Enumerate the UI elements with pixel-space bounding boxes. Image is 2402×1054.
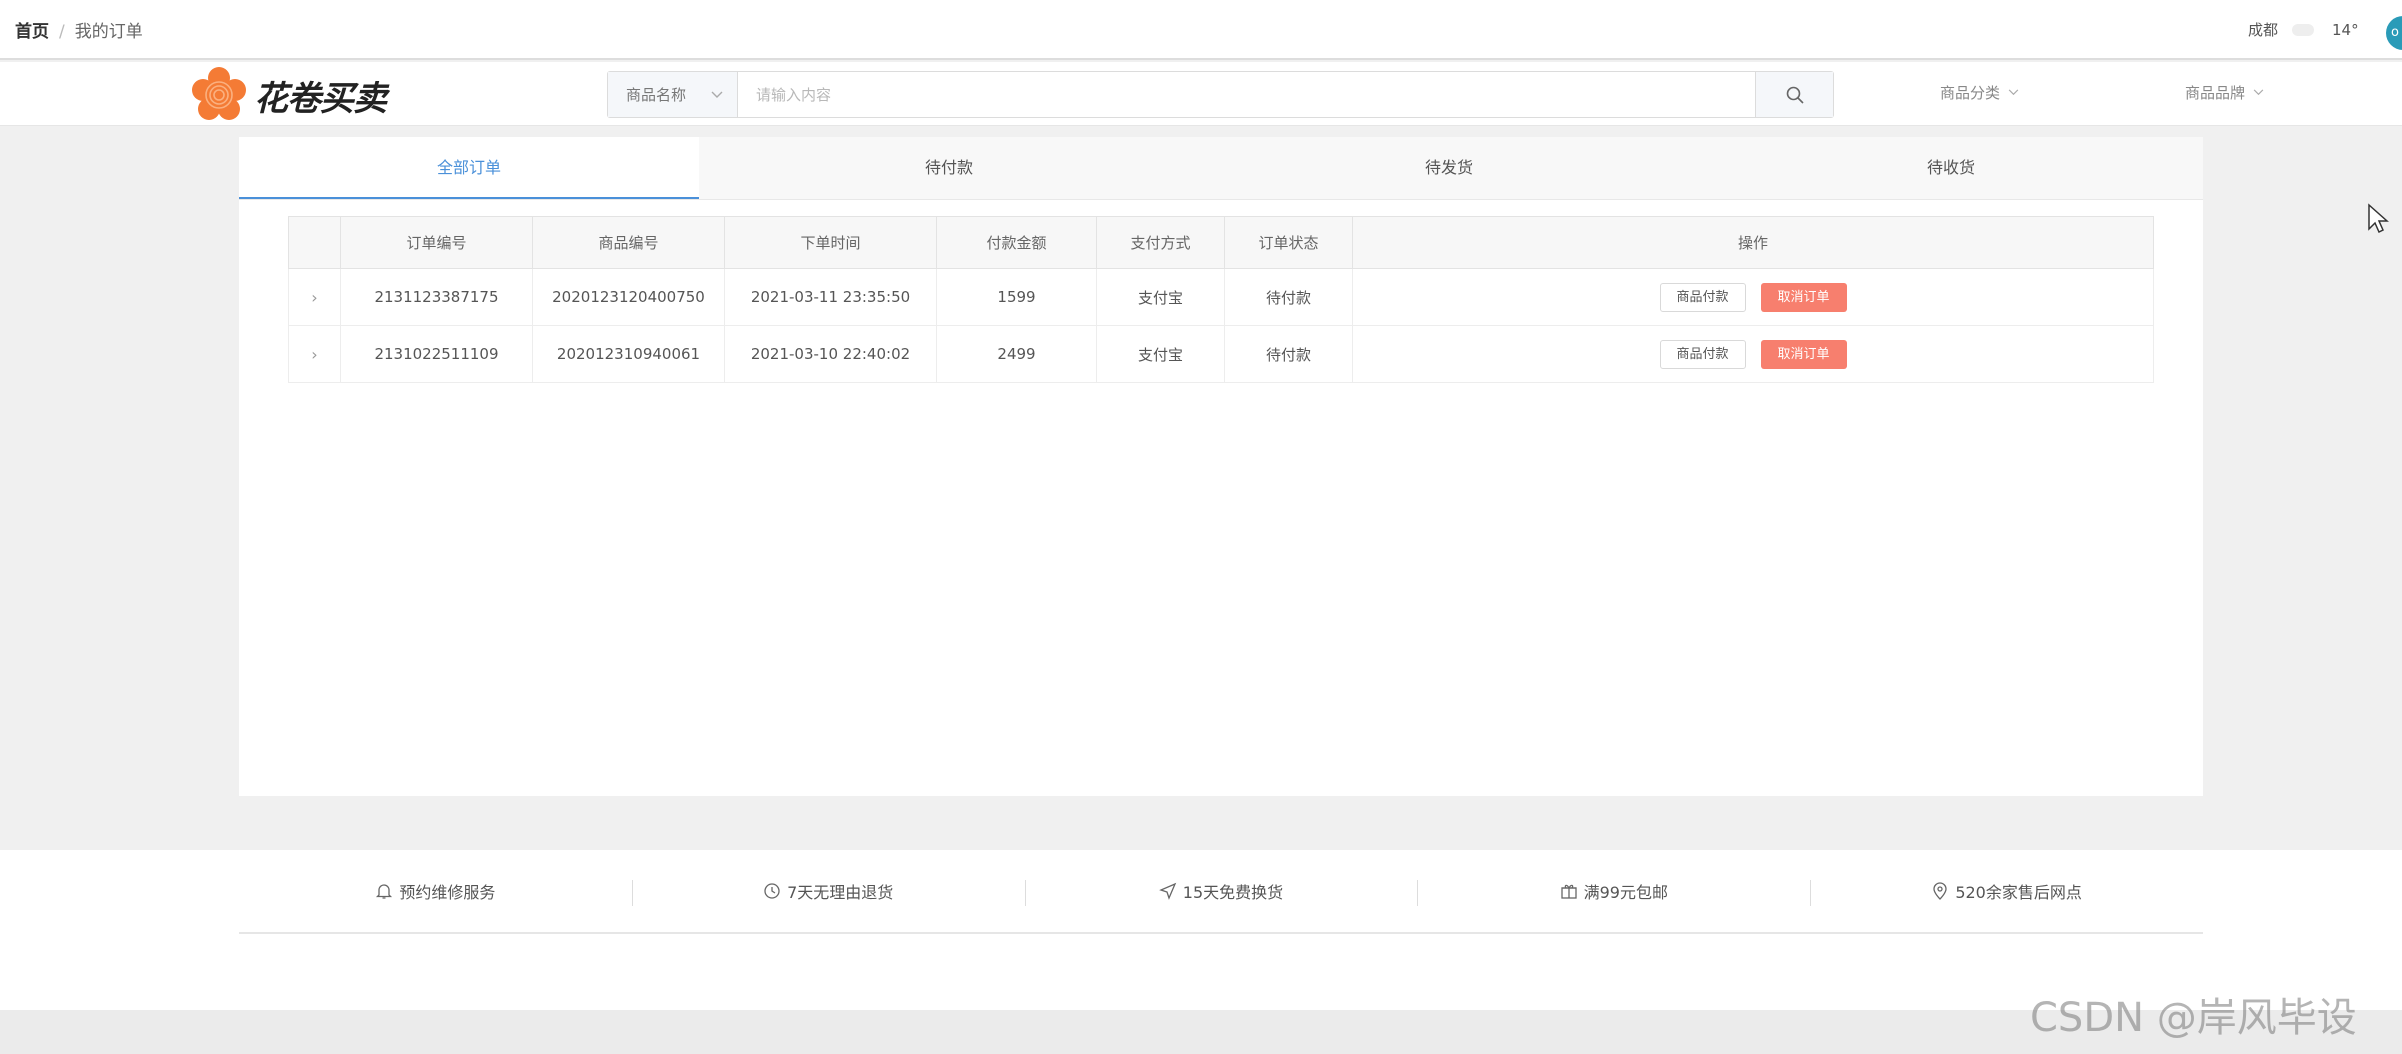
order-tabs: 全部订单 待付款 待发货 待收货 — [239, 137, 2203, 200]
logo-text: 花卷买卖 — [254, 78, 387, 119]
search-category-value: 商品名称 — [626, 86, 687, 104]
cell-amount: 2499 — [936, 325, 1097, 383]
send-icon — [1158, 882, 1177, 900]
tab-pending-shipment[interactable]: 待发货 — [1199, 137, 1699, 199]
cell-product-no: 202012310940061 — [532, 325, 725, 383]
cell-payment: 支付宝 — [1096, 325, 1225, 383]
weather-temp: 14° — [2332, 20, 2359, 39]
row-expand-toggle[interactable]: › — [288, 268, 341, 326]
nav-brand-dropdown[interactable]: 商品品牌 — [2185, 82, 2264, 103]
service-exchange[interactable]: 15天免费换货 — [1024, 850, 1418, 932]
search-bar: 商品名称 — [607, 71, 1834, 118]
table-header-row: 订单编号 商品编号 下单时间 付款金额 支付方式 订单状态 操作 — [288, 216, 2154, 269]
cell-order-no: 2131022511109 — [340, 325, 533, 383]
location-icon — [1933, 882, 1947, 900]
header-amount: 付款金额 — [936, 216, 1097, 269]
breadcrumb-separator: / — [59, 22, 65, 42]
cell-order-no: 2131123387175 — [340, 268, 533, 326]
bell-icon — [376, 884, 393, 899]
search-input[interactable] — [738, 72, 1755, 117]
cell-order-time: 2021-03-10 22:40:02 — [724, 325, 937, 383]
orders-table: 订单编号 商品编号 下单时间 付款金额 支付方式 订单状态 操作 › 21311… — [288, 216, 2154, 383]
clock-icon — [764, 883, 780, 899]
cloud-icon — [2292, 23, 2315, 36]
service-label: 15天免费换货 — [1182, 883, 1284, 902]
cell-order-time: 2021-03-11 23:35:50 — [724, 268, 937, 326]
breadcrumb: 首页 / 我的订单 — [15, 17, 143, 42]
cell-status: 待付款 — [1224, 325, 1353, 383]
search-icon — [1786, 86, 1804, 104]
service-return[interactable]: 7天无理由退货 — [631, 850, 1025, 932]
service-bar: 预约维修服务 7天无理由退货 15天免费换货 满99元包邮 520余家售后网点 — [239, 850, 2203, 934]
chevron-down-icon — [2253, 89, 2264, 96]
row-expand-toggle[interactable]: › — [288, 325, 341, 383]
pay-button[interactable]: 商品付款 — [1659, 282, 1746, 312]
breadcrumb-current: 我的订单 — [74, 22, 143, 42]
pay-button[interactable]: 商品付款 — [1659, 339, 1746, 369]
tab-pending-receipt[interactable]: 待收货 — [1699, 137, 2203, 199]
chevron-down-icon — [711, 91, 723, 98]
weather-city: 成都 — [2248, 21, 2279, 39]
search-category-select[interactable]: 商品名称 — [608, 72, 738, 117]
service-repair[interactable]: 预约维修服务 — [239, 850, 632, 932]
flower-logo-icon — [192, 67, 246, 120]
logo[interactable]: 花卷买卖 — [190, 66, 387, 124]
header: 花卷买卖 商品名称 商品分类 商品品牌 — [0, 62, 2402, 126]
avatar[interactable]: o — [2386, 16, 2402, 50]
header-actions: 操作 — [1352, 216, 2154, 269]
cell-status: 待付款 — [1224, 268, 1353, 326]
gift-icon — [1560, 884, 1577, 899]
cancel-order-button[interactable]: 取消订单 — [1760, 282, 1847, 312]
service-label: 7天无理由退货 — [787, 883, 894, 902]
table-row: › 2131022511109 202012310940061 2021-03-… — [288, 325, 2154, 383]
header-order-no: 订单编号 — [340, 216, 533, 269]
service-free-shipping[interactable]: 满99元包邮 — [1417, 850, 1810, 932]
service-label: 预约维修服务 — [399, 883, 496, 902]
tab-pending-payment[interactable]: 待付款 — [699, 137, 1199, 199]
cell-actions: 商品付款 取消订单 — [1352, 268, 2154, 326]
nav-category-label: 商品分类 — [1940, 84, 2001, 102]
header-product-no: 商品编号 — [532, 216, 725, 269]
service-outlets[interactable]: 520余家售后网点 — [1810, 850, 2203, 932]
watermark: CSDN @岸风毕设 — [2030, 995, 2357, 1041]
nav-category-dropdown[interactable]: 商品分类 — [1940, 82, 2019, 103]
cell-amount: 1599 — [936, 268, 1097, 326]
service-label: 520余家售后网点 — [1955, 883, 2082, 902]
cell-product-no: 2020123120400750 — [532, 268, 725, 326]
service-label: 满99元包邮 — [1583, 883, 1668, 902]
tab-all-orders[interactable]: 全部订单 — [239, 137, 699, 199]
cell-actions: 商品付款 取消订单 — [1352, 325, 2154, 383]
header-status: 订单状态 — [1224, 216, 1353, 269]
nav-brand-label: 商品品牌 — [2185, 84, 2246, 102]
cell-payment: 支付宝 — [1096, 268, 1225, 326]
cancel-order-button[interactable]: 取消订单 — [1760, 339, 1847, 369]
table-row: › 2131123387175 2020123120400750 2021-03… — [288, 268, 2154, 326]
top-bar: 首页 / 我的订单 成都 14° o — [0, 0, 2402, 60]
chevron-down-icon — [2008, 89, 2019, 96]
header-order-time: 下单时间 — [724, 216, 937, 269]
mouse-cursor-icon — [2368, 203, 2389, 234]
orders-panel: 全部订单 待付款 待发货 待收货 订单编号 商品编号 下单时间 付款金额 支付方… — [239, 137, 2203, 796]
search-button[interactable] — [1755, 72, 1833, 117]
expand-column-header — [288, 216, 341, 269]
header-payment: 支付方式 — [1096, 216, 1225, 269]
breadcrumb-home[interactable]: 首页 — [15, 22, 49, 42]
weather-widget: 成都 14° — [2248, 19, 2359, 40]
